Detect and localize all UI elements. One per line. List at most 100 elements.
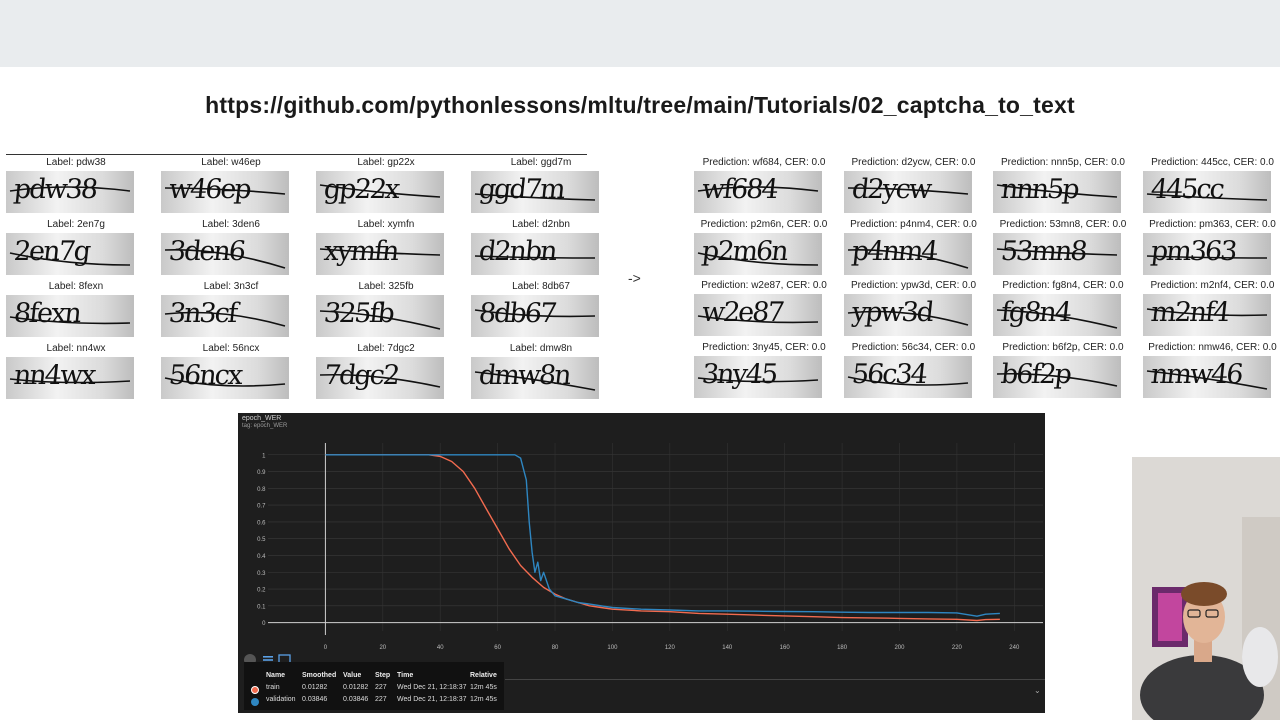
- captcha-image: dmw8n: [471, 357, 599, 399]
- prediction-cell: Prediction: 3ny45, CER: 0.0 3ny45: [694, 342, 834, 404]
- tooltip-row-value: 0.03846: [343, 696, 369, 703]
- prediction-label: Prediction: pm363, CER: 0.0: [1149, 218, 1276, 230]
- label-label: Label: 2en7g: [47, 219, 105, 230]
- prediction-label: Prediction: 3ny45, CER: 0.0: [702, 341, 826, 353]
- tooltip-header-step: Step: [375, 672, 391, 679]
- tooltip-row-step: 227: [375, 696, 387, 703]
- y-tick-label: 0.9: [257, 470, 266, 476]
- tooltip-header-value: Value: [343, 672, 362, 679]
- x-tick-label: 120: [665, 645, 676, 651]
- x-tick-label: 140: [722, 645, 733, 651]
- series-line-train: [325, 454, 1000, 622]
- x-tick-label: 40: [437, 645, 444, 651]
- chart-tooltip: Name Smoothed Value Step Time Relative t…: [244, 662, 504, 710]
- prediction-cell: Prediction: 445cc, CER: 0.0 445cc: [1142, 157, 1280, 219]
- captcha-noise-line: [319, 373, 441, 388]
- label-cell: Label: w46ep w46ep: [161, 157, 301, 219]
- captcha-noise-line: [9, 378, 131, 384]
- captcha-noise-line: [9, 186, 131, 192]
- prediction-cell: Prediction: b6f2p, CER: 0.0 b6f2p: [993, 342, 1133, 404]
- tooltip-row-smoothed: 0.01282: [302, 684, 328, 691]
- captcha-noise-line: [1146, 254, 1267, 259]
- tooltip-row-name: validation: [266, 696, 296, 703]
- label-label: Label: d2nbn: [512, 219, 570, 230]
- label-cell: Label: d2nbn d2nbn: [471, 219, 611, 281]
- captcha-image: ypw3d: [843, 294, 972, 336]
- top-bar: [0, 0, 1280, 67]
- y-tick-label: 0.8: [257, 487, 266, 493]
- prediction-label: Prediction: 445cc, CER: 0.0: [1151, 157, 1274, 168]
- train-color-dot: [251, 686, 259, 694]
- divider-line: [505, 679, 1045, 680]
- label-label: Label: w46ep: [201, 157, 261, 168]
- tooltip-header-time: Time: [397, 672, 414, 679]
- captcha-noise-line: [996, 184, 1118, 198]
- captcha-noise-line: [164, 249, 286, 269]
- prediction-label: Prediction: fg8n4, CER: 0.0: [1002, 280, 1124, 291]
- captcha-noise-line: [9, 316, 131, 325]
- prediction-cell: Prediction: 53mn8, CER: 0.0 53mn8: [993, 219, 1133, 281]
- y-tick-label: 0.3: [257, 571, 266, 577]
- prediction-label: Prediction: nnn5p, CER: 0.0: [1001, 157, 1125, 168]
- captcha-noise-line: [164, 377, 286, 387]
- prediction-cell: Prediction: d2ycw, CER: 0.0 d2ycw: [843, 157, 984, 219]
- tooltip-header-name: Name: [266, 672, 286, 679]
- y-tick-label: 0.6: [257, 520, 266, 526]
- captcha-noise-line: [1146, 308, 1267, 317]
- captcha-noise-line: [996, 309, 1118, 329]
- captcha-image: 2en7g: [6, 233, 134, 275]
- prediction-label: Prediction: b6f2p, CER: 0.0: [1002, 341, 1124, 353]
- captcha-image: 56ncx: [161, 357, 289, 399]
- captcha-image: nmw46: [1142, 355, 1271, 398]
- label-cell: Label: xymfn xymfn: [316, 219, 456, 281]
- label-label: Label: 7dgc2: [357, 343, 415, 354]
- tooltip-row-time: Wed Dec 21, 12:18:37: [397, 684, 467, 691]
- captcha-image: wf684: [694, 171, 822, 213]
- validation-color-dot: [251, 698, 259, 706]
- x-tick-label: 240: [1009, 645, 1020, 651]
- captcha-image: 3n3cf: [161, 295, 289, 337]
- label-cell: Label: 325fb 325fb: [316, 281, 456, 343]
- y-tick-label: 0.7: [257, 504, 266, 510]
- prediction-cell: Prediction: p4nm4, CER: 0.0 p4nm4: [843, 219, 984, 281]
- captcha-noise-line: [996, 372, 1118, 387]
- prediction-cell: Prediction: m2nf4, CER: 0.0 m2nf4: [1142, 280, 1280, 342]
- captcha-image: b6f2p: [993, 355, 1121, 398]
- divider-line: [6, 154, 587, 155]
- captcha-image: 7dgc2: [316, 357, 444, 399]
- prediction-label: Prediction: w2e87, CER: 0.0: [701, 280, 827, 291]
- tooltip-row-name: train: [266, 684, 280, 691]
- captcha-image: fg8n4: [993, 294, 1121, 336]
- tooltip-header: Name Smoothed Value Step Time Relative: [244, 672, 504, 684]
- prediction-cell: Prediction: 56c34, CER: 0.0 56c34: [843, 342, 984, 404]
- captcha-image: d2nbn: [471, 233, 599, 275]
- prediction-cell: Prediction: w2e87, CER: 0.0 w2e87: [694, 280, 834, 342]
- captcha-image: 3den6: [161, 233, 289, 275]
- tooltip-row-relative: 12m 45s: [470, 684, 497, 691]
- captcha-image: d2ycw: [843, 171, 972, 213]
- tooltip-row: validation 0.03846 0.03846 227 Wed Dec 2…: [244, 696, 504, 708]
- tooltip-row-step: 227: [375, 684, 387, 691]
- label-label: Label: 8fexn: [48, 281, 104, 292]
- captcha-noise-line: [697, 251, 819, 266]
- captcha-image: p4nm4: [843, 232, 972, 275]
- captcha-noise-line: [697, 315, 819, 324]
- label-cell: Label: 56ncx 56ncx: [161, 343, 301, 405]
- repo-url: https://github.com/pythonlessons/mltu/tr…: [205, 92, 1075, 118]
- presenter-image: [1132, 457, 1280, 720]
- prediction-label: Prediction: m2nf4, CER: 0.0: [1150, 280, 1275, 291]
- prediction-label: Prediction: wf684, CER: 0.0: [702, 157, 826, 168]
- series-line-validation: [325, 454, 1000, 617]
- x-tick-label: 220: [952, 645, 963, 651]
- y-tick-label: 0.2: [257, 588, 266, 594]
- label-cell: Label: gp22x gp22x: [316, 157, 456, 219]
- prediction-cell: Prediction: ypw3d, CER: 0.0 ypw3d: [843, 280, 984, 342]
- chevron-down-icon[interactable]: ⌄: [1034, 686, 1041, 695]
- x-tick-label: 20: [379, 645, 386, 651]
- label-label: Label: 3n3cf: [203, 281, 259, 292]
- captcha-image: 56c34: [843, 355, 972, 398]
- captcha-noise-line: [697, 376, 819, 382]
- prediction-cell: Prediction: fg8n4, CER: 0.0 fg8n4: [993, 280, 1133, 342]
- prediction-label: Prediction: ypw3d, CER: 0.0: [850, 280, 977, 291]
- captcha-image: m2nf4: [1142, 294, 1271, 336]
